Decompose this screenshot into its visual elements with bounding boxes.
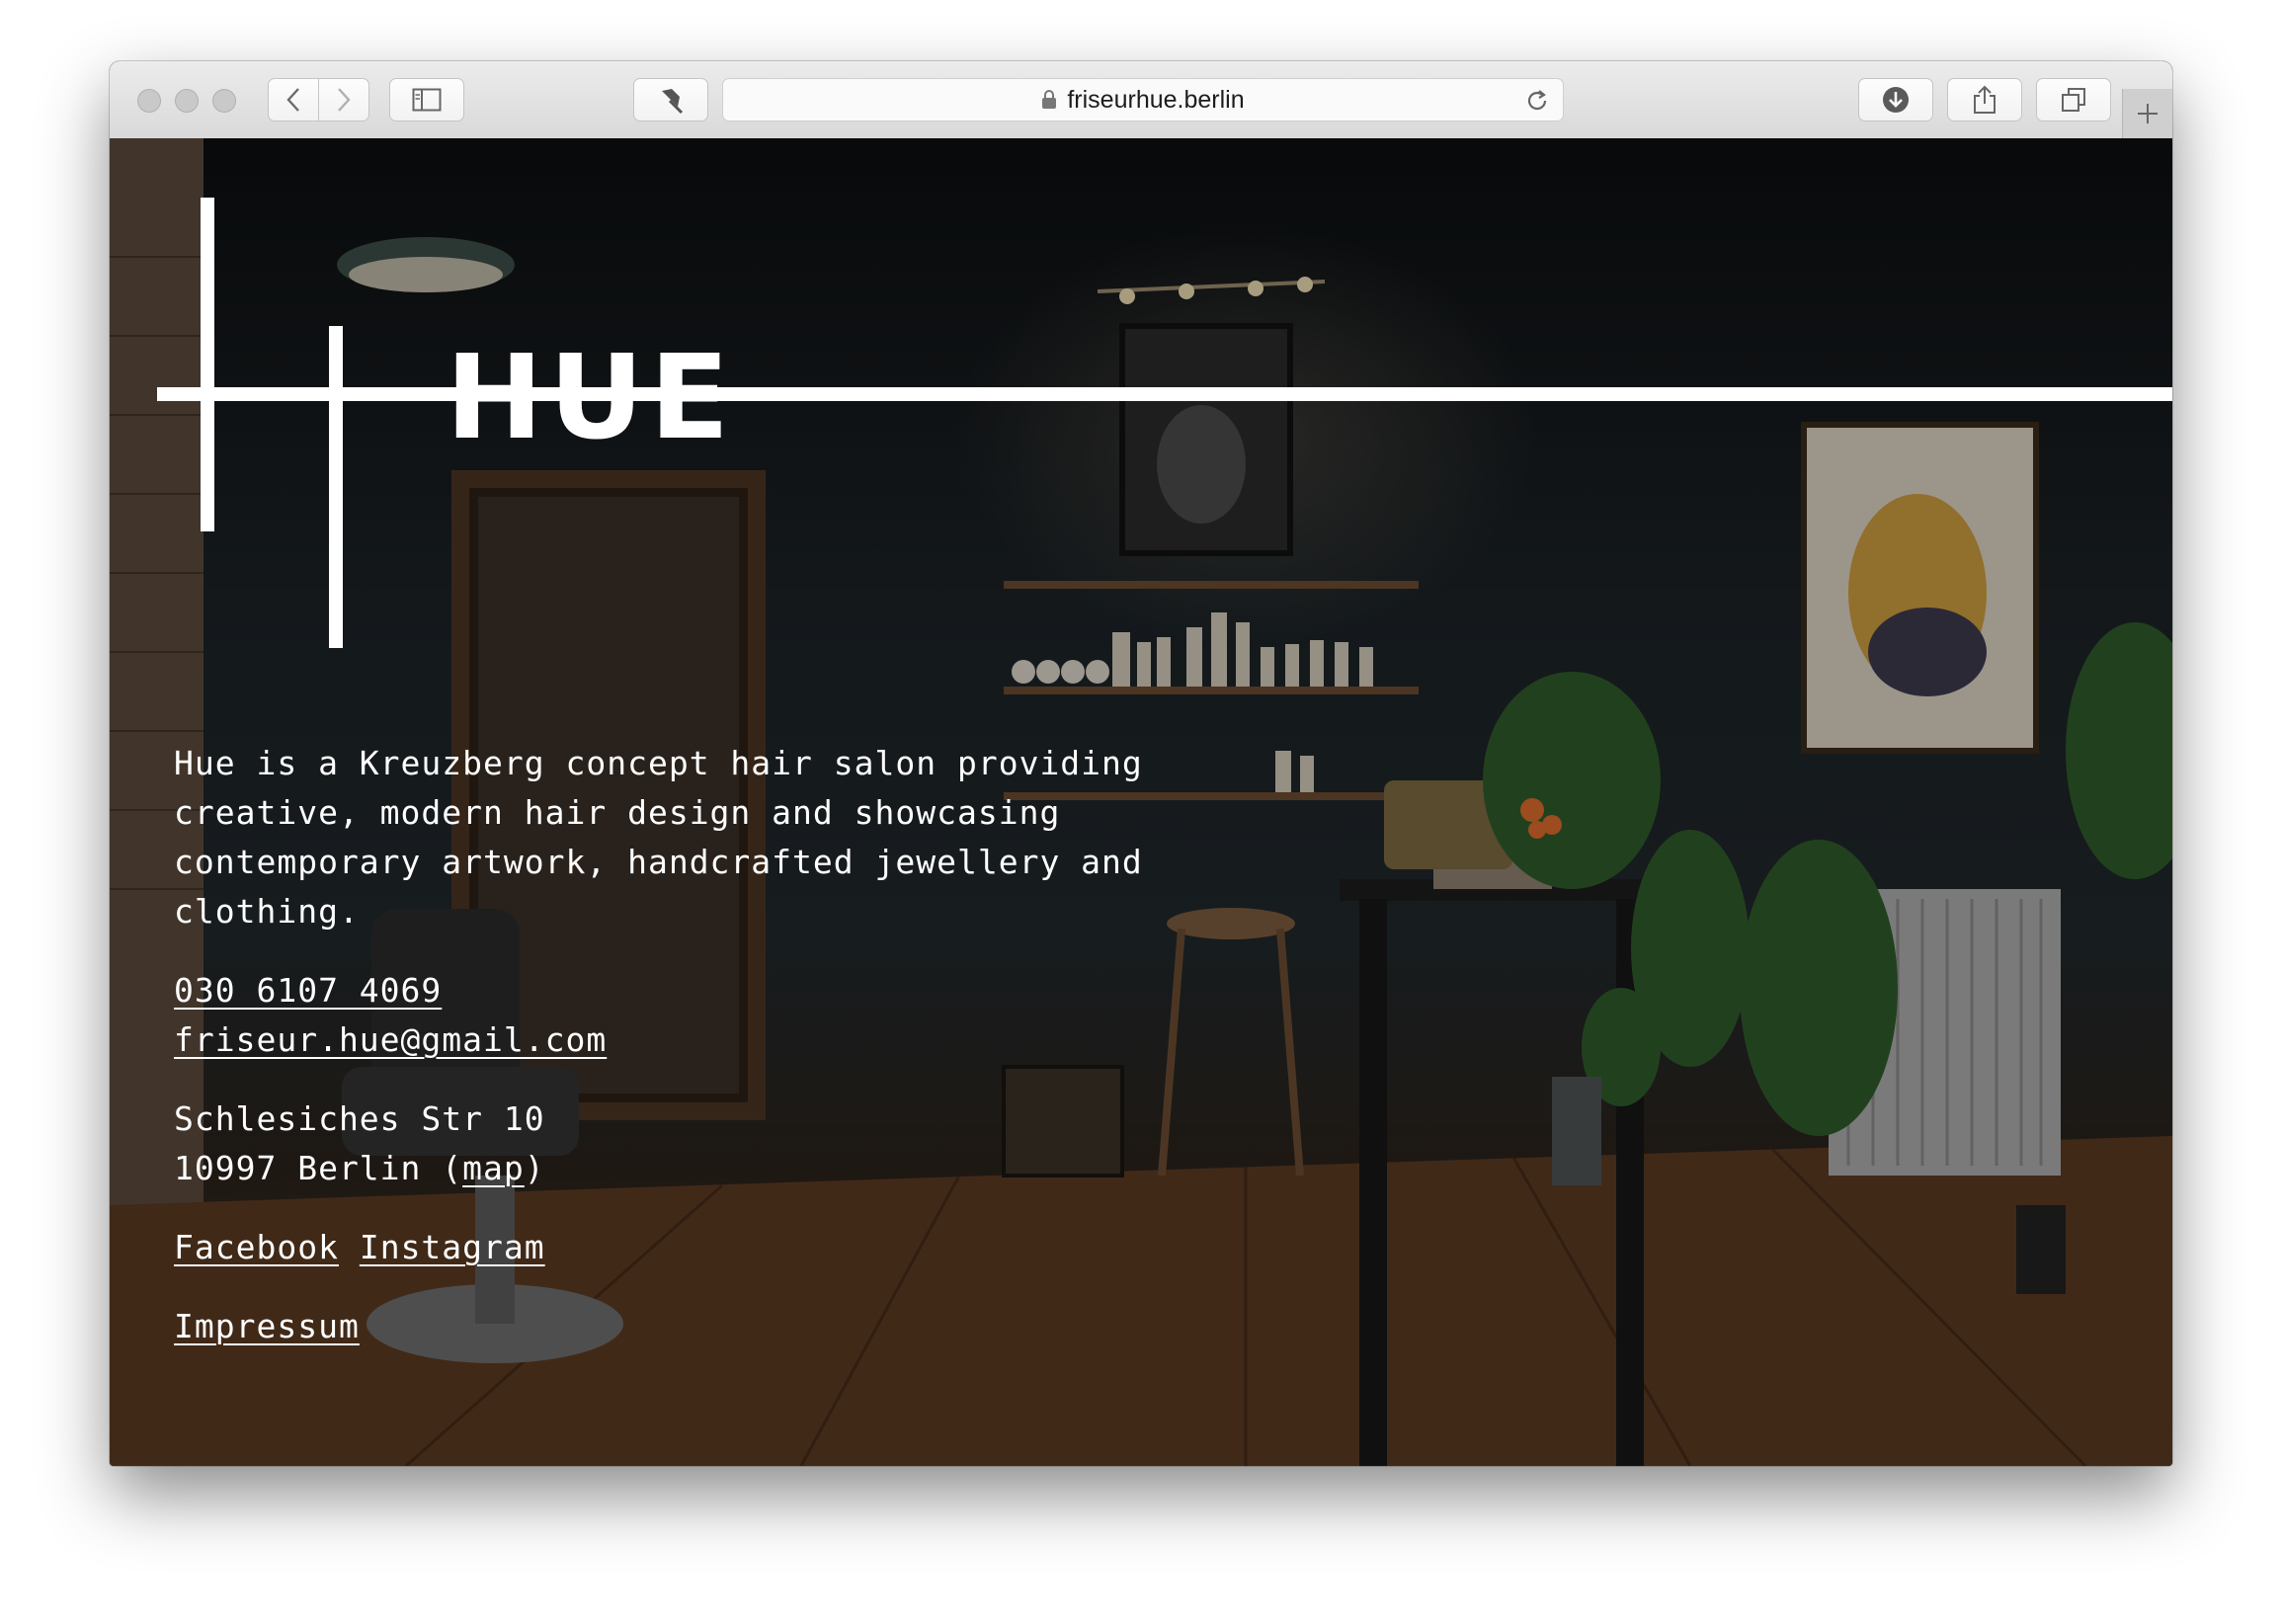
lock-icon — [1042, 90, 1057, 109]
phone-link[interactable]: 030 6107 4069 — [174, 971, 442, 1010]
minimize-window-button[interactable] — [175, 89, 199, 113]
url-text: friseurhue.berlin — [1067, 85, 1245, 114]
impressum-link[interactable]: Impressum — [174, 1307, 360, 1345]
hue-logo[interactable]: HUE — [110, 138, 2172, 652]
forward-icon — [338, 88, 351, 112]
map-link[interactable]: map — [462, 1149, 525, 1187]
contact-info: Hue is a Kreuzberg concept hair salon pr… — [174, 739, 1557, 1351]
plus-icon — [2138, 104, 2158, 123]
browser-toolbar: friseurhue.berlin — [110, 61, 2172, 139]
logo-wordmark: HUE — [446, 329, 735, 465]
contact-block: 030 6107 4069 friseur.hue@gmail.com — [174, 966, 1557, 1065]
browser-window: friseurhue.berlin HUE Hue is a Kreuzberg… — [110, 61, 2172, 1466]
webpage: HUE Hue is a Kreuzberg concept hair salo… — [110, 138, 2172, 1466]
reload-icon[interactable] — [1525, 89, 1549, 113]
back-icon — [286, 88, 299, 112]
zoom-window-button[interactable] — [212, 89, 236, 113]
address-block: Schlesiches Str 10 10997 Berlin (map) — [174, 1095, 1557, 1193]
back-button[interactable] — [268, 78, 319, 122]
new-tab-button[interactable] — [2122, 89, 2172, 138]
email-link[interactable]: friseur.hue@gmail.com — [174, 1020, 607, 1059]
download-icon — [1883, 87, 1909, 113]
facebook-link[interactable]: Facebook — [174, 1228, 339, 1266]
address-bar[interactable]: friseurhue.berlin — [722, 78, 1564, 122]
tabs-icon — [2062, 88, 2085, 112]
forward-button[interactable] — [318, 78, 369, 122]
share-button[interactable] — [1947, 78, 2022, 122]
sidebar-icon — [412, 88, 442, 112]
address-close-paren: ) — [524, 1149, 545, 1187]
share-icon — [1974, 85, 1996, 114]
pinned-site-button[interactable] — [633, 78, 708, 122]
social-links: Facebook Instagram — [174, 1223, 1557, 1272]
tab-overview-button[interactable] — [2036, 78, 2111, 122]
downloads-button[interactable] — [1858, 78, 1933, 122]
address-city: 10997 Berlin (map) — [174, 1144, 1557, 1193]
instagram-link[interactable]: Instagram — [360, 1228, 545, 1266]
sidebar-button[interactable] — [389, 78, 464, 122]
close-window-button[interactable] — [137, 89, 161, 113]
pin-icon — [662, 89, 684, 115]
address-street: Schlesiches Str 10 — [174, 1099, 545, 1138]
legal-links: Impressum — [174, 1302, 1557, 1351]
address-city-text: 10997 Berlin ( — [174, 1149, 463, 1187]
intro-paragraph: Hue is a Kreuzberg concept hair salon pr… — [174, 744, 1143, 931]
